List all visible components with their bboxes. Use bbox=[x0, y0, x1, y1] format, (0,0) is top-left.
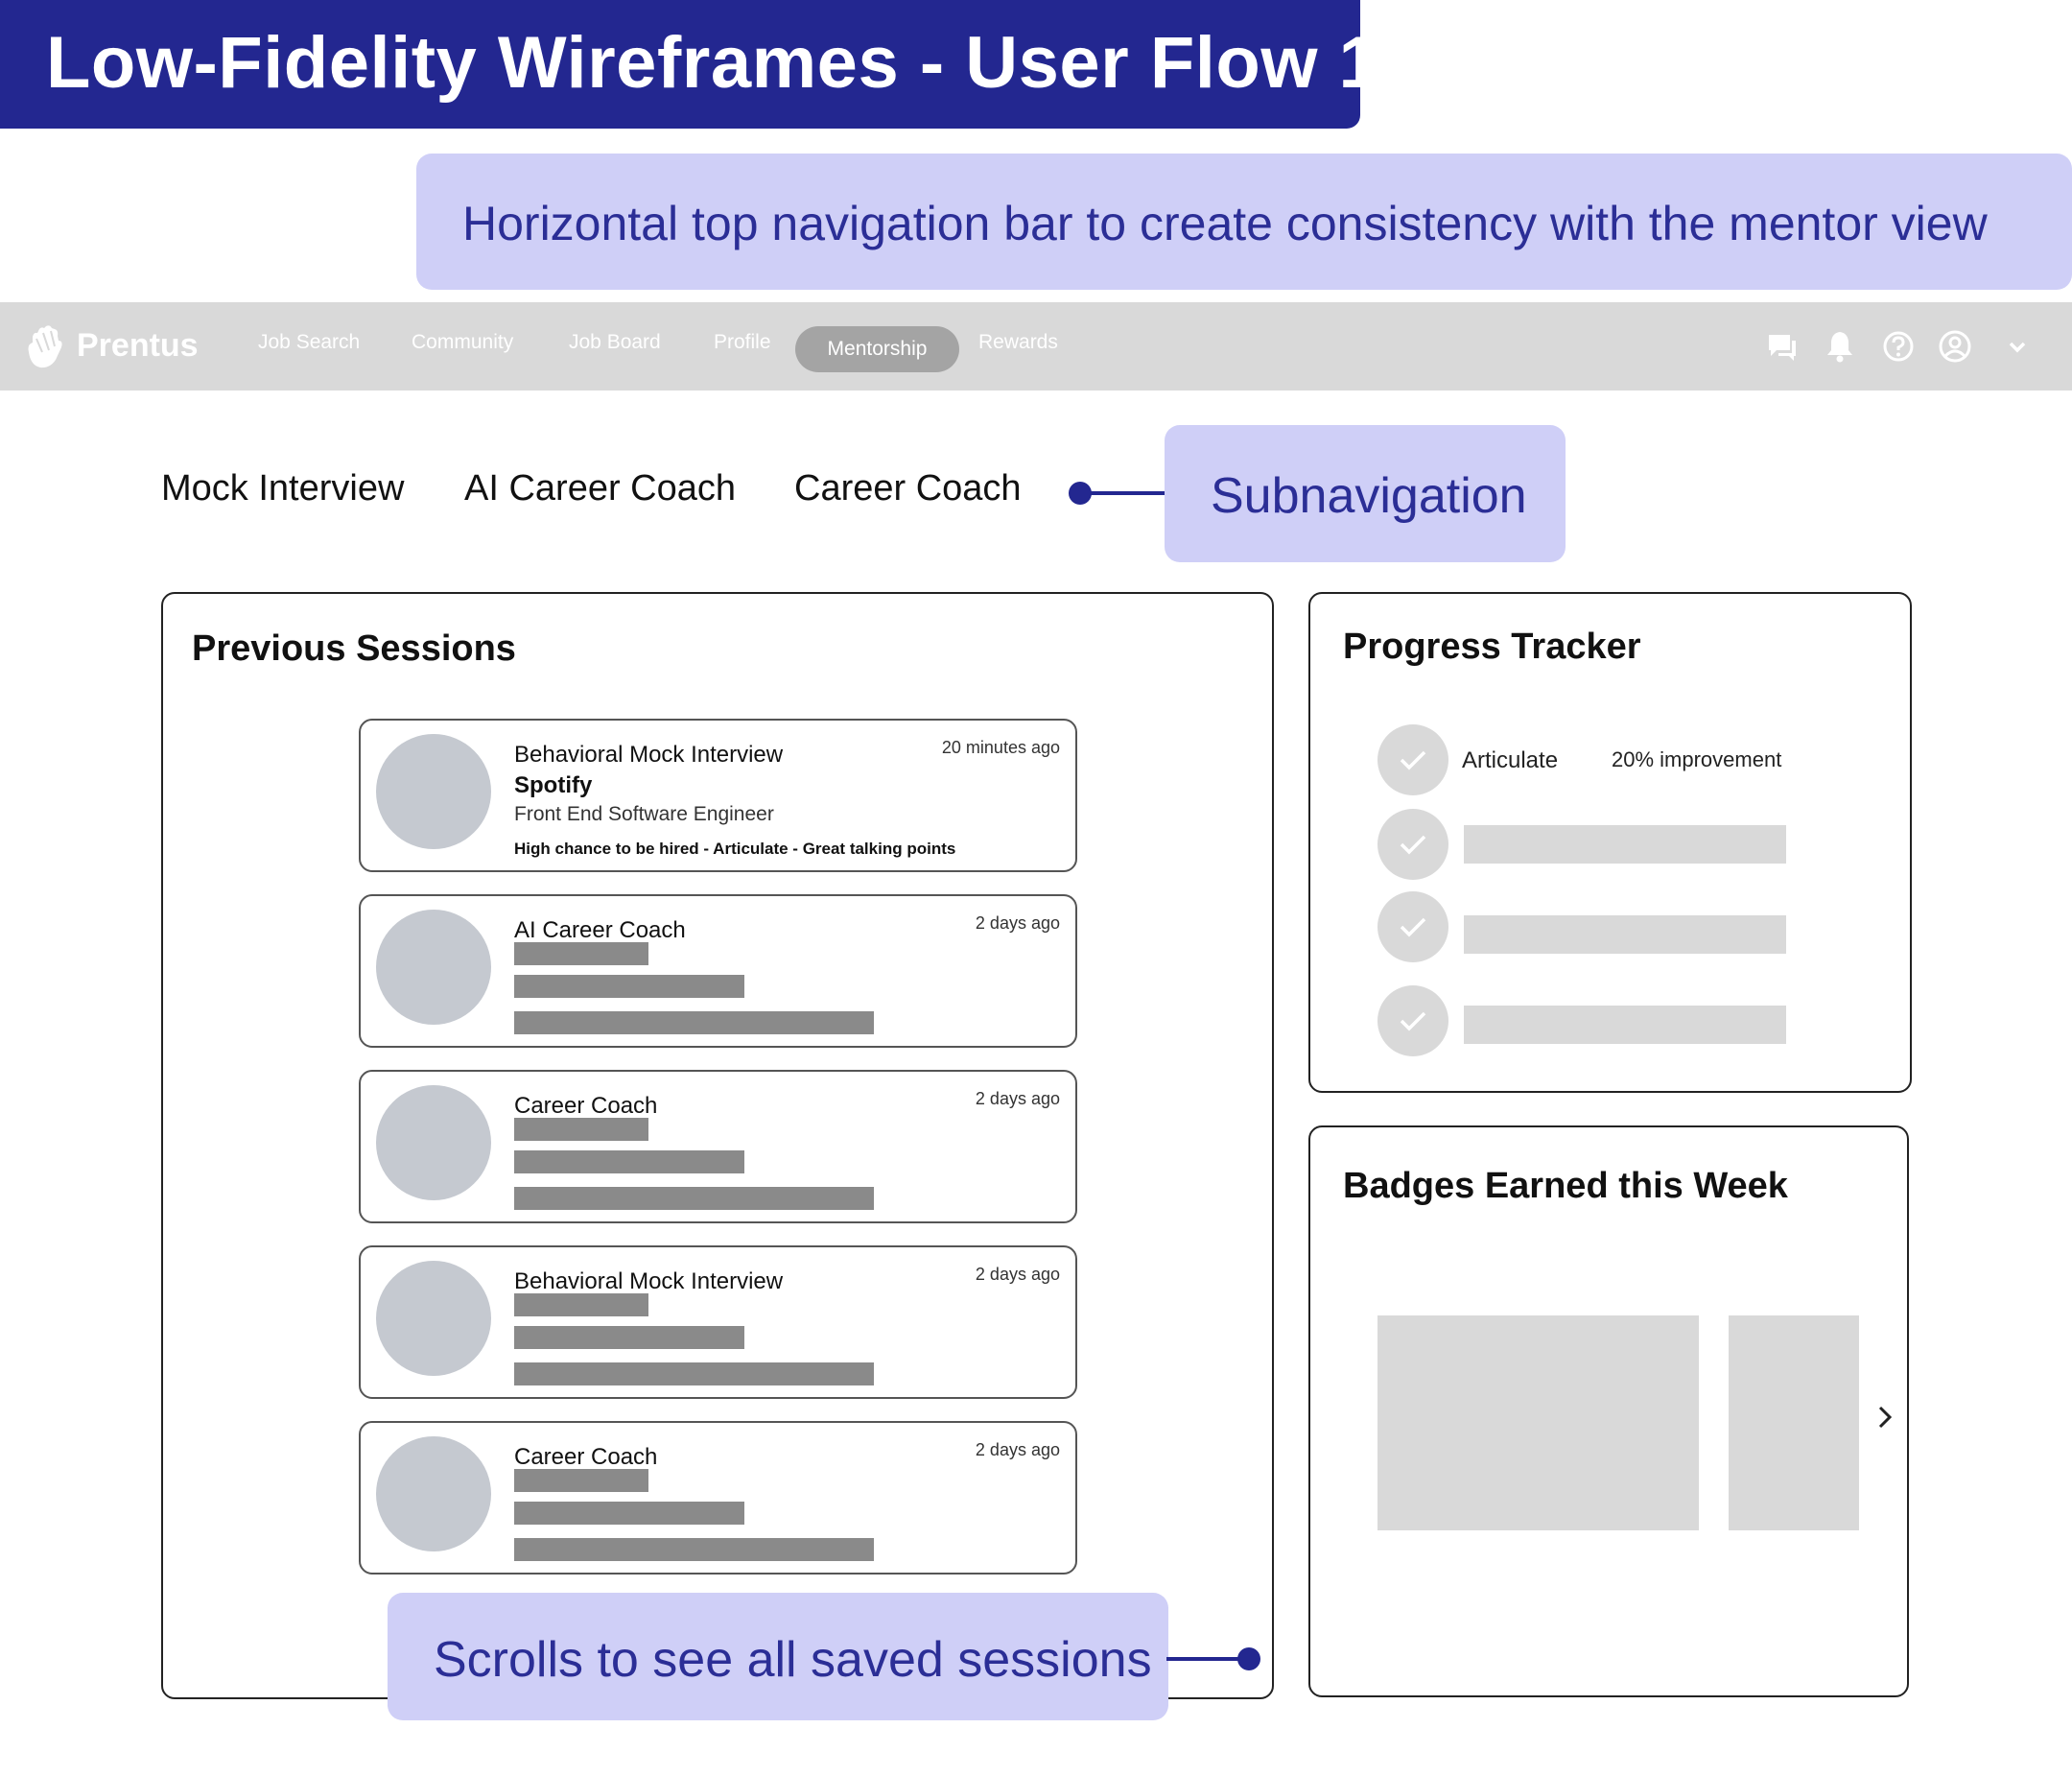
session-title: Behavioral Mock Interview bbox=[514, 1268, 784, 1294]
progress-label: Articulate bbox=[1462, 747, 1559, 773]
check-icon bbox=[1377, 724, 1448, 795]
session-time: 20 minutes ago bbox=[941, 738, 1060, 757]
prentus-logo[interactable]: Prentus bbox=[23, 323, 205, 371]
progress-tracker-card: Progress Tracker Articulate 20% improvem… bbox=[1308, 592, 1912, 1093]
title-banner: Low-Fidelity Wireframes - User Flow 1 bbox=[0, 0, 1379, 129]
badge-placeholder bbox=[1377, 1315, 1699, 1530]
badges-card: Badges Earned this Week bbox=[1308, 1125, 1909, 1697]
nav-rewards[interactable]: Rewards bbox=[978, 331, 1058, 354]
avatar bbox=[376, 1436, 491, 1551]
progress-placeholder bbox=[1464, 915, 1786, 954]
progress-tracker-title: Progress Tracker bbox=[1343, 627, 1641, 667]
session-item[interactable]: Career Coach 2 days ago bbox=[359, 1421, 1077, 1575]
previous-sessions-card: Previous Sessions Behavioral Mock Interv… bbox=[161, 592, 1274, 1699]
chevron-down-icon[interactable] bbox=[1998, 327, 2037, 366]
progress-placeholder bbox=[1464, 1006, 1786, 1044]
nav-mentorship-label: Mentorship bbox=[827, 338, 928, 360]
placeholder-line bbox=[514, 1118, 648, 1141]
hand-logo-icon bbox=[28, 325, 62, 368]
check-icon bbox=[1377, 809, 1448, 880]
nav-job-board[interactable]: Job Board bbox=[569, 331, 661, 354]
nav-callout-text: Horizontal top navigation bar to create … bbox=[462, 197, 1988, 250]
scroll-connector-dot bbox=[1237, 1647, 1260, 1670]
subnav-connector-line bbox=[1080, 491, 1166, 495]
progress-placeholder bbox=[1464, 825, 1786, 864]
subnav-mock-interview[interactable]: Mock Interview bbox=[161, 468, 404, 509]
badge-placeholder bbox=[1729, 1315, 1859, 1530]
nav-job-search[interactable]: Job Search bbox=[258, 331, 360, 354]
placeholder-line bbox=[514, 1187, 874, 1210]
placeholder-line bbox=[514, 1538, 874, 1561]
session-item[interactable]: Career Coach 2 days ago bbox=[359, 1070, 1077, 1223]
chevron-right-icon[interactable] bbox=[1871, 1396, 1899, 1438]
placeholder-line bbox=[514, 1362, 874, 1385]
placeholder-line bbox=[514, 1326, 744, 1349]
session-item[interactable]: Behavioral Mock Interview 2 days ago bbox=[359, 1245, 1077, 1399]
session-time: 2 days ago bbox=[975, 1089, 1060, 1108]
avatar bbox=[376, 734, 491, 849]
check-icon bbox=[1377, 891, 1448, 962]
session-title: AI Career Coach bbox=[514, 917, 686, 943]
session-item[interactable]: Behavioral Mock Interview 20 minutes ago… bbox=[359, 719, 1077, 872]
scroll-callout-text: Scrolls to see all saved sessions bbox=[434, 1632, 1152, 1688]
nav-callout: Horizontal top navigation bar to create … bbox=[416, 154, 2072, 290]
scroll-connector-line bbox=[1166, 1657, 1247, 1661]
top-navbar: Prentus Job Search Community Job Board P… bbox=[0, 302, 2072, 391]
placeholder-line bbox=[514, 975, 744, 998]
profile-icon[interactable] bbox=[1936, 327, 1974, 366]
session-company: Spotify bbox=[514, 772, 593, 798]
subnav-ai-career-coach[interactable]: AI Career Coach bbox=[464, 468, 736, 509]
placeholder-line bbox=[514, 1469, 648, 1492]
avatar bbox=[376, 1085, 491, 1200]
subnav-callout: Subnavigation bbox=[1165, 425, 1566, 562]
placeholder-line bbox=[514, 1293, 648, 1316]
placeholder-line bbox=[514, 1011, 874, 1034]
session-time: 2 days ago bbox=[975, 1440, 1060, 1459]
bell-icon[interactable] bbox=[1821, 327, 1859, 366]
placeholder-line bbox=[514, 1502, 744, 1525]
placeholder-line bbox=[514, 1150, 744, 1173]
placeholder-line bbox=[514, 942, 648, 965]
subnav-career-coach[interactable]: Career Coach bbox=[794, 468, 1022, 509]
avatar bbox=[376, 910, 491, 1025]
help-icon[interactable] bbox=[1879, 327, 1918, 366]
session-tags: High chance to be hired - Articulate - G… bbox=[514, 840, 956, 858]
session-title: Career Coach bbox=[514, 1444, 658, 1470]
session-title: Career Coach bbox=[514, 1093, 658, 1119]
check-icon bbox=[1377, 985, 1448, 1056]
badges-title: Badges Earned this Week bbox=[1343, 1166, 1788, 1206]
session-title: Behavioral Mock Interview bbox=[514, 742, 784, 768]
session-role: Front End Software Engineer bbox=[514, 803, 774, 825]
page-title: Low-Fidelity Wireframes - User Flow 1 bbox=[46, 22, 1380, 104]
nav-community[interactable]: Community bbox=[412, 331, 513, 354]
subnav-callout-text: Subnavigation bbox=[1211, 468, 1527, 524]
session-time: 2 days ago bbox=[975, 1265, 1060, 1284]
logo-text: Prentus bbox=[77, 327, 199, 364]
avatar bbox=[376, 1261, 491, 1376]
scroll-callout: Scrolls to see all saved sessions bbox=[388, 1593, 1168, 1720]
chat-icon[interactable] bbox=[1763, 327, 1801, 366]
nav-mentorship[interactable]: Mentorship bbox=[795, 326, 959, 372]
nav-profile[interactable]: Profile bbox=[714, 331, 771, 354]
previous-sessions-title: Previous Sessions bbox=[192, 628, 516, 669]
session-time: 2 days ago bbox=[975, 913, 1060, 933]
session-item[interactable]: AI Career Coach 2 days ago bbox=[359, 894, 1077, 1048]
progress-value: 20% improvement bbox=[1612, 747, 1782, 771]
